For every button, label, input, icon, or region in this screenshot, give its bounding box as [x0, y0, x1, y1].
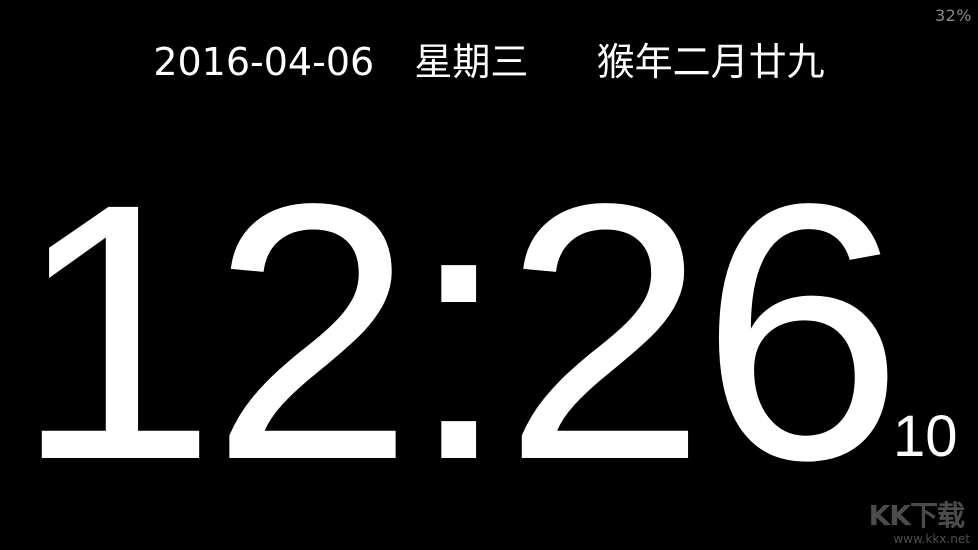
- watermark: KK下载 www.kkx.net: [850, 494, 970, 546]
- clock-seconds: 10: [893, 404, 958, 469]
- date-line: 2016-04-06 星期三 猴年二月廿九: [0, 38, 978, 86]
- clock-minutes: 26: [503, 129, 903, 536]
- watermark-logo: KK下载: [868, 499, 965, 532]
- clock-screen[interactable]: 32% 2016-04-06 星期三 猴年二月廿九 12:26 10 KK下载 …: [0, 0, 978, 550]
- watermark-url: www.kkx.net: [893, 532, 970, 546]
- weekday: 星期三: [414, 40, 529, 84]
- lunar-date: 猴年二月廿九: [596, 40, 825, 84]
- clock-hours: 12: [14, 129, 414, 536]
- battery-level: 32%: [934, 6, 972, 25]
- gregorian-date: 2016-04-06: [153, 40, 375, 84]
- time-display: 12:26: [14, 150, 903, 515]
- clock-separator: :: [408, 129, 509, 536]
